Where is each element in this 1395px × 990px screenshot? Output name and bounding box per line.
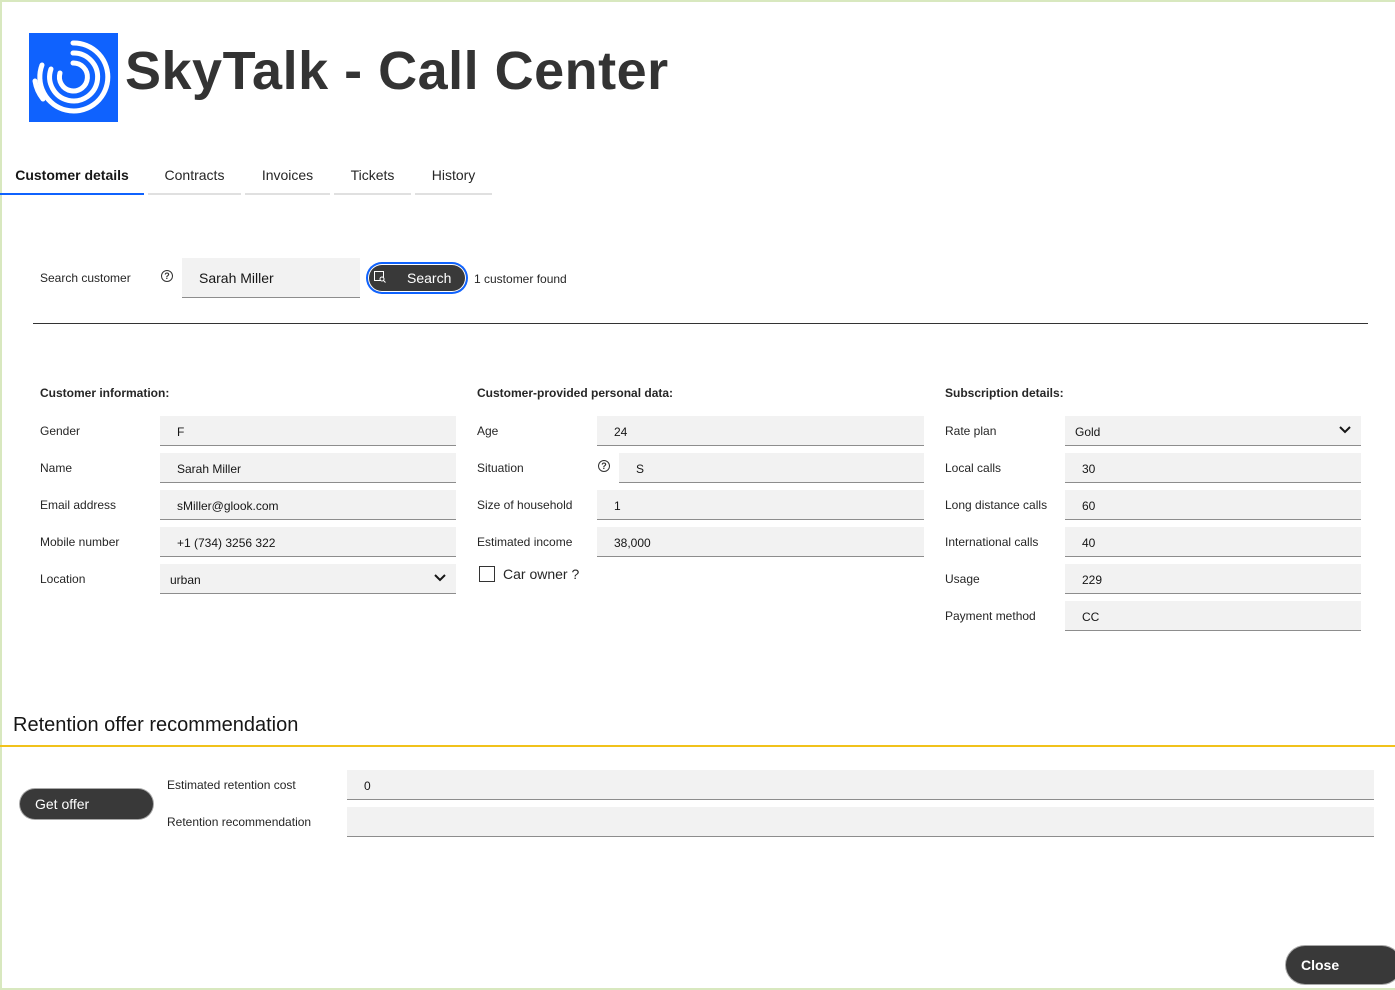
question-circle-icon[interactable]: ? [161, 270, 173, 282]
car-owner-label: Car owner ? [503, 566, 580, 582]
search-customer-input[interactable] [182, 258, 360, 298]
app-title: SkyTalk - Call Center [125, 41, 669, 101]
car-owner-checkbox[interactable] [479, 566, 495, 582]
situation-field[interactable]: S [619, 453, 924, 483]
tab-customer-details[interactable]: Customer details [0, 160, 144, 195]
mobile-field[interactable]: +1 (734) 3256 322 [160, 527, 456, 557]
local-calls-field[interactable]: 30 [1065, 453, 1361, 483]
customer-info-title: Customer information: [40, 386, 170, 400]
income-label: Estimated income [477, 535, 573, 549]
search-customer-label: Search customer [40, 271, 131, 285]
local-calls-label: Local calls [945, 461, 1002, 475]
tab-history[interactable]: History [415, 160, 492, 195]
rate-plan-select[interactable]: Gold [1065, 416, 1361, 446]
retention-cost-label: Estimated retention cost [167, 778, 296, 792]
age-field[interactable]: 24 [597, 416, 924, 446]
payment-method-label: Payment method [945, 609, 1036, 623]
payment-method-field[interactable]: CC [1065, 601, 1361, 631]
email-label: Email address [40, 498, 117, 512]
skytalk-logo-icon [29, 33, 118, 122]
retention-divider [0, 745, 1395, 747]
subscription-title: Subscription details: [945, 386, 1064, 400]
household-label: Size of household [477, 498, 573, 512]
retention-recommendation-field[interactable] [347, 807, 1374, 837]
personal-data-title: Customer-provided personal data: [477, 386, 674, 400]
mobile-label: Mobile number [40, 535, 120, 549]
close-button[interactable]: Close [1286, 946, 1395, 984]
get-offer-button[interactable]: Get offer [20, 789, 153, 819]
gender-field[interactable]: F [160, 416, 456, 446]
search-result-text: 1 customer found [474, 272, 567, 286]
chevron-down-icon [1339, 426, 1351, 434]
income-field[interactable]: 38,000 [597, 527, 924, 557]
email-field[interactable]: sMiller@glook.com [160, 490, 456, 520]
tab-invoices[interactable]: Invoices [245, 160, 330, 195]
usage-label: Usage [945, 572, 980, 586]
long-distance-label: Long distance calls [945, 498, 1048, 512]
location-value: urban [170, 573, 201, 587]
search-icon [374, 271, 386, 283]
gender-label: Gender [40, 424, 81, 438]
age-label: Age [477, 424, 499, 438]
long-distance-field[interactable]: 60 [1065, 490, 1361, 520]
name-field[interactable]: Sarah Miller [160, 453, 456, 483]
tab-tickets[interactable]: Tickets [334, 160, 411, 195]
name-label: Name [40, 461, 73, 475]
situation-label: Situation [477, 461, 524, 475]
international-field[interactable]: 40 [1065, 527, 1361, 557]
retention-title: Retention offer recommendation [13, 714, 299, 736]
household-field[interactable]: 1 [597, 490, 924, 520]
international-label: International calls [945, 535, 1039, 549]
rate-plan-label: Rate plan [945, 424, 997, 438]
search-button[interactable]: Search [368, 264, 466, 292]
location-select[interactable]: urban [160, 564, 456, 594]
tab-contracts[interactable]: Contracts [148, 160, 241, 195]
divider [33, 323, 1368, 324]
usage-field[interactable]: 229 [1065, 564, 1361, 594]
rate-plan-value: Gold [1075, 425, 1101, 439]
search-button-label: Search [407, 270, 452, 286]
retention-cost-field[interactable]: 0 [347, 770, 1374, 800]
retention-recommendation-label: Retention recommendation [167, 815, 312, 829]
location-label: Location [40, 572, 86, 586]
chevron-down-icon [434, 574, 446, 582]
question-circle-icon[interactable]: ? [598, 460, 610, 472]
